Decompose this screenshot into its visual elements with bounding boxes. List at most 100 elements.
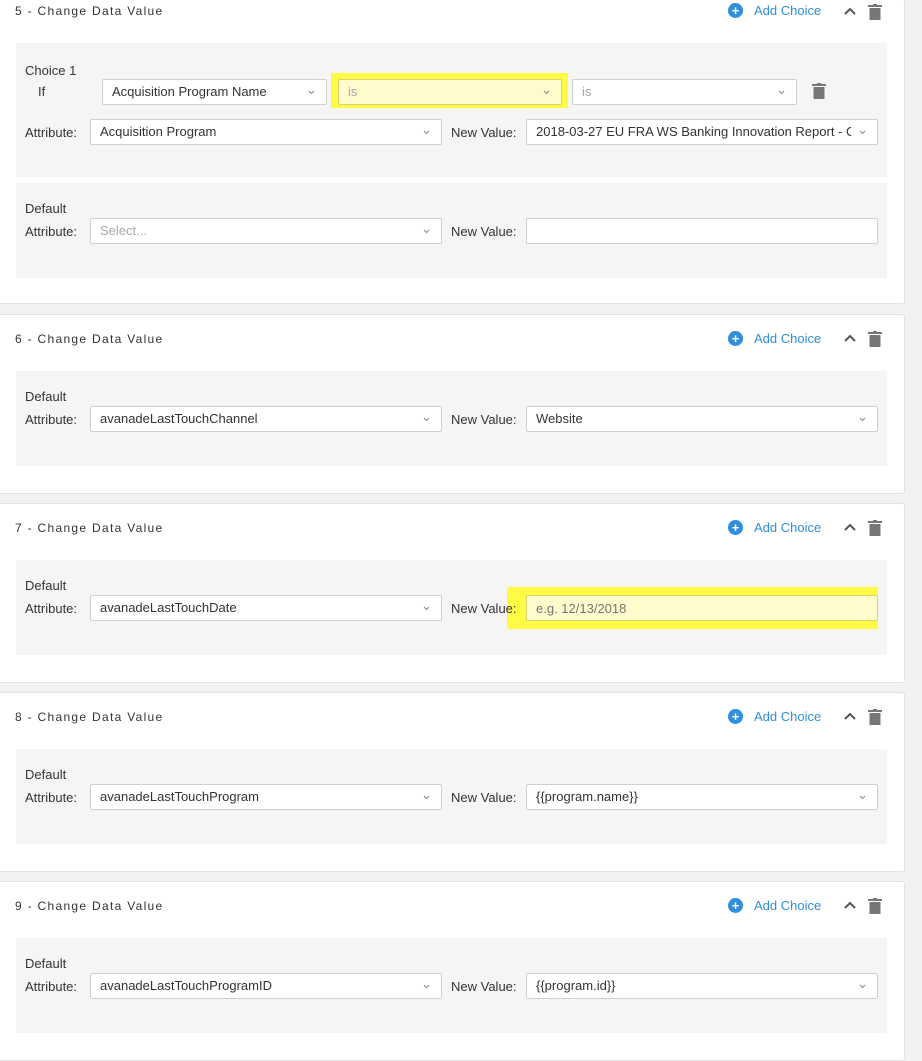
chevron-down-icon [423, 417, 430, 422]
step-card-6: 6 - Change Data Value + Add Choice Defau… [0, 314, 905, 494]
default-label: Default [25, 201, 67, 216]
default-panel: Default Attribute: Select... New Value: [16, 183, 887, 278]
trash-icon[interactable] [812, 83, 826, 99]
step-title: 9 - Change Data Value [15, 899, 164, 913]
chevron-up-icon[interactable] [843, 710, 857, 724]
attribute-value: avanadeLastTouchDate [100, 600, 237, 615]
attribute-select[interactable]: avanadeLastTouchProgram [90, 784, 442, 810]
default-panel: Default Attribute: avanadeLastTouchChann… [16, 371, 887, 466]
operand-placeholder: is [582, 84, 592, 99]
trash-icon[interactable] [868, 331, 882, 347]
chevron-up-icon[interactable] [843, 521, 857, 535]
new-value-value: {{program.id}} [536, 978, 616, 993]
attribute-label: Attribute: [25, 412, 78, 427]
chevron-down-icon [423, 229, 430, 234]
add-choice-button[interactable]: + Add Choice [728, 3, 821, 18]
new-value-value: 2018-03-27 EU FRA WS Banking Innovation … [536, 124, 851, 139]
attribute-label: Attribute: [25, 224, 78, 239]
default-panel: Default Attribute: avanadeLastTouchProgr… [16, 938, 887, 1033]
step-title: 8 - Change Data Value [15, 710, 164, 724]
step-card-8: 8 - Change Data Value + Add Choice Defau… [0, 692, 905, 872]
step-title: 6 - Change Data Value [15, 332, 164, 346]
operator-value: is [348, 84, 358, 99]
plus-circle-icon: + [728, 3, 743, 18]
add-choice-label: Add Choice [754, 898, 822, 913]
attribute-label: Attribute: [25, 601, 78, 616]
step-card-5: 5 - Change Data Value + Add Choice Choic… [0, 0, 905, 304]
choice-panel: Choice 1 If Acquisition Program Name is … [16, 43, 887, 177]
add-choice-button[interactable]: + Add Choice [728, 709, 821, 724]
attribute-value: avanadeLastTouchProgramID [100, 978, 272, 993]
default-panel: Default Attribute: avanadeLastTouchDate … [16, 560, 887, 655]
step-card-9: 9 - Change Data Value + Add Choice Defau… [0, 881, 905, 1061]
new-value-select[interactable]: {{program.name}} [526, 784, 878, 810]
chevron-up-icon[interactable] [843, 5, 857, 19]
chevron-down-icon [859, 984, 866, 989]
plus-circle-icon: + [728, 898, 743, 913]
attribute-label: Attribute: [25, 790, 78, 805]
attribute-select[interactable]: avanadeLastTouchChannel [90, 406, 442, 432]
new-value-label: New Value: [451, 412, 517, 427]
step-title: 7 - Change Data Value [15, 521, 164, 535]
plus-circle-icon: + [728, 331, 743, 346]
chevron-down-icon [423, 606, 430, 611]
plus-circle-icon: + [728, 520, 743, 535]
new-value-select[interactable]: Website [526, 406, 878, 432]
default-label: Default [25, 956, 67, 971]
attribute-select[interactable]: Select... [90, 218, 442, 244]
new-value-value: {{program.name}} [536, 789, 638, 804]
attribute-value: Acquisition Program [100, 124, 217, 139]
chevron-down-icon [778, 90, 785, 95]
new-value-input[interactable] [526, 595, 878, 621]
default-label: Default [25, 389, 67, 404]
chevron-down-icon [423, 984, 430, 989]
add-choice-button[interactable]: + Add Choice [728, 520, 821, 535]
condition-field-value: Acquisition Program Name [112, 84, 267, 99]
add-choice-label: Add Choice [754, 709, 822, 724]
trash-icon[interactable] [868, 520, 882, 536]
new-value-value: Website [536, 411, 583, 426]
chevron-up-icon[interactable] [843, 332, 857, 346]
chevron-down-icon [543, 90, 550, 95]
new-value-label: New Value: [451, 979, 517, 994]
operand-select[interactable]: is [572, 79, 797, 105]
add-choice-label: Add Choice [754, 331, 822, 346]
add-choice-button[interactable]: + Add Choice [728, 331, 821, 346]
plus-circle-icon: + [728, 709, 743, 724]
choice-label: Choice 1 [25, 63, 77, 78]
if-label: If [38, 84, 46, 99]
attribute-label: Attribute: [25, 979, 78, 994]
step-title: 5 - Change Data Value [15, 4, 164, 18]
attribute-placeholder: Select... [100, 223, 147, 238]
step-card-7: 7 - Change Data Value + Add Choice Defau… [0, 503, 905, 683]
chevron-up-icon[interactable] [843, 899, 857, 913]
new-value-input[interactable] [526, 218, 878, 244]
attribute-value: avanadeLastTouchChannel [100, 411, 258, 426]
chevron-down-icon [423, 795, 430, 800]
new-value-select[interactable]: 2018-03-27 EU FRA WS Banking Innovation … [526, 119, 878, 145]
new-value-label: New Value: [451, 125, 517, 140]
new-value-label: New Value: [451, 224, 517, 239]
condition-field-select[interactable]: Acquisition Program Name [102, 79, 327, 105]
chevron-down-icon [308, 90, 315, 95]
trash-icon[interactable] [868, 898, 882, 914]
new-value-label: New Value: [451, 790, 517, 805]
default-label: Default [25, 578, 67, 593]
add-choice-label: Add Choice [754, 3, 822, 18]
attribute-label: Attribute: [25, 125, 78, 140]
new-value-select[interactable]: {{program.id}} [526, 973, 878, 999]
attribute-value: avanadeLastTouchProgram [100, 789, 259, 804]
chevron-down-icon [859, 795, 866, 800]
attribute-select[interactable]: avanadeLastTouchDate [90, 595, 442, 621]
add-choice-label: Add Choice [754, 520, 822, 535]
chevron-down-icon [859, 130, 866, 135]
add-choice-button[interactable]: + Add Choice [728, 898, 821, 913]
default-label: Default [25, 767, 67, 782]
chevron-down-icon [423, 130, 430, 135]
trash-icon[interactable] [868, 4, 882, 20]
attribute-select[interactable]: Acquisition Program [90, 119, 442, 145]
attribute-select[interactable]: avanadeLastTouchProgramID [90, 973, 442, 999]
trash-icon[interactable] [868, 709, 882, 725]
chevron-down-icon [859, 417, 866, 422]
operator-select[interactable]: is [338, 79, 562, 105]
